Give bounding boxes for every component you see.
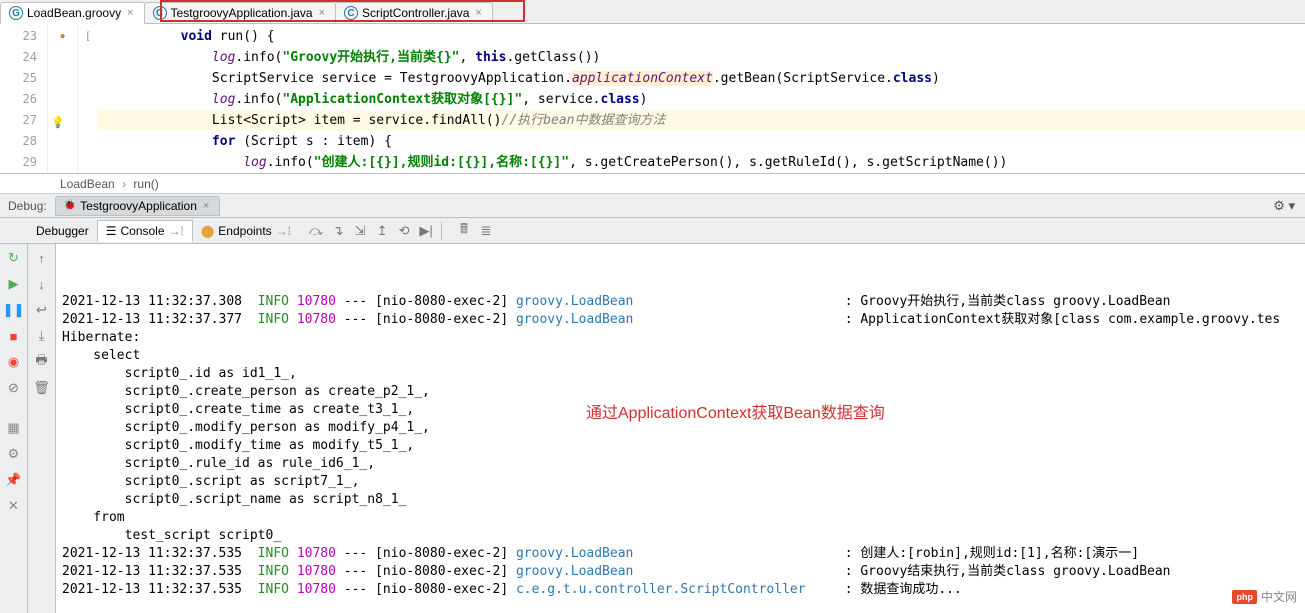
- run-configuration-tab[interactable]: 🐞 TestgroovyApplication ×: [55, 196, 221, 216]
- debug-tool-window-header: Debug: 🐞 TestgroovyApplication × ⚙ ▾: [0, 194, 1305, 218]
- step-over-icon[interactable]: ⤼: [305, 220, 327, 242]
- file-tab-scriptcontroller[interactable]: C ScriptController.java ×: [335, 2, 493, 23]
- evaluate-expression-icon[interactable]: 🖩: [453, 220, 475, 242]
- java-class-icon: C: [153, 6, 167, 20]
- watermark-logo: php: [1232, 590, 1257, 604]
- file-tab-loadbean[interactable]: G LoadBean.groovy ×: [0, 2, 145, 24]
- code-area[interactable]: void run() { log.info("Groovy开始执行,当前类{}"…: [98, 24, 1305, 173]
- tab-label: TestgroovyApplication.java: [171, 6, 313, 20]
- close-icon[interactable]: ×: [317, 7, 327, 19]
- tab-label: Console: [120, 224, 164, 238]
- java-class-icon: C: [344, 6, 358, 20]
- pin-icon: →⁞: [169, 224, 184, 238]
- pin-icon: →⁞: [276, 224, 291, 238]
- pause-icon[interactable]: ❚❚: [4, 300, 24, 320]
- gear-icon[interactable]: ⚙ ▾: [1273, 198, 1295, 214]
- tab-label: Debugger: [36, 224, 89, 238]
- stop-icon[interactable]: ■: [4, 326, 24, 346]
- watermark: php 中文网: [1232, 588, 1297, 605]
- debug-label: Debug:: [8, 199, 47, 213]
- resume-icon[interactable]: ▶: [4, 274, 24, 294]
- tab-endpoints[interactable]: ⬤ Endpoints →⁞: [193, 221, 299, 241]
- chevron-right-icon: ›: [122, 177, 126, 191]
- soft-wrap-icon[interactable]: ↩: [32, 300, 52, 320]
- debug-body: ↻ ▶ ❚❚ ■ ◉ ⊘ ▦ ⚙ 📌 ✕ ↑ ↓ ↩ ⤓ 🖶 🗑 通过Appli…: [0, 244, 1305, 613]
- tab-console[interactable]: ☰ Console →⁞: [97, 220, 193, 242]
- console-output[interactable]: 通过ApplicationContext获取Bean数据查询 2021-12-1…: [56, 244, 1305, 613]
- tab-label: LoadBean.groovy: [27, 6, 121, 20]
- print-icon[interactable]: 🖶: [32, 352, 52, 372]
- layout-icon[interactable]: ▦: [4, 418, 24, 438]
- tab-label: ScriptController.java: [362, 6, 469, 20]
- debug-left-toolbar: ↻ ▶ ❚❚ ■ ◉ ⊘ ▦ ⚙ 📌 ✕: [0, 244, 28, 613]
- tab-debugger[interactable]: Debugger: [28, 221, 97, 241]
- watermark-text: 中文网: [1261, 588, 1297, 605]
- editor-tabs-bar: G LoadBean.groovy × C TestgroovyApplicat…: [0, 0, 1305, 24]
- console-left-toolbar: ↑ ↓ ↩ ⤓ 🖶 🗑: [28, 244, 56, 613]
- step-into-icon[interactable]: ↴: [327, 220, 349, 242]
- code-editor[interactable]: 23242526272829 [ void run() { log.info("…: [0, 24, 1305, 174]
- settings-icon[interactable]: ⚙: [4, 444, 24, 464]
- close-icon[interactable]: ×: [473, 7, 483, 19]
- close-icon[interactable]: ×: [125, 7, 135, 19]
- breadcrumb-part[interactable]: LoadBean: [60, 177, 115, 191]
- drop-frame-icon[interactable]: ⟲: [393, 220, 415, 242]
- force-step-into-icon[interactable]: ⇲: [349, 220, 371, 242]
- endpoints-icon: ⬤: [201, 224, 214, 238]
- clear-all-icon[interactable]: 🗑: [32, 378, 52, 398]
- scroll-down-icon[interactable]: ↓: [32, 274, 52, 294]
- mute-breakpoints-icon[interactable]: ⊘: [4, 378, 24, 398]
- scroll-up-icon[interactable]: ↑: [32, 248, 52, 268]
- fold-column[interactable]: [: [78, 24, 98, 173]
- annotation-text: 通过ApplicationContext获取Bean数据查询: [586, 399, 885, 423]
- marker-column[interactable]: [48, 24, 78, 173]
- run-bug-icon: 🐞: [64, 200, 76, 211]
- groovy-file-icon: G: [9, 6, 23, 20]
- step-out-icon[interactable]: ↥: [371, 220, 393, 242]
- close-panel-icon[interactable]: ✕: [4, 496, 24, 516]
- close-icon[interactable]: ×: [201, 200, 211, 212]
- run-to-cursor-icon[interactable]: ▶|: [415, 220, 437, 242]
- rerun-icon[interactable]: ↻: [4, 248, 24, 268]
- pin-tab-icon[interactable]: 📌: [4, 470, 24, 490]
- breadcrumb-part[interactable]: run(): [133, 177, 158, 191]
- view-breakpoints-icon[interactable]: ◉: [4, 352, 24, 372]
- console-icon: ☰: [106, 224, 117, 238]
- tab-label: Endpoints: [218, 224, 271, 238]
- trace-icon[interactable]: ≣: [475, 220, 497, 242]
- line-number-gutter[interactable]: 23242526272829: [0, 24, 48, 173]
- scroll-to-end-icon[interactable]: ⤓: [32, 326, 52, 346]
- file-tab-testgroovyapp[interactable]: C TestgroovyApplication.java ×: [144, 2, 337, 23]
- breadcrumb[interactable]: LoadBean › run(): [0, 174, 1305, 194]
- debug-toolbar: Debugger ☰ Console →⁞ ⬤ Endpoints →⁞ ⤼ ↴…: [0, 218, 1305, 244]
- run-config-name: TestgroovyApplication: [80, 199, 197, 213]
